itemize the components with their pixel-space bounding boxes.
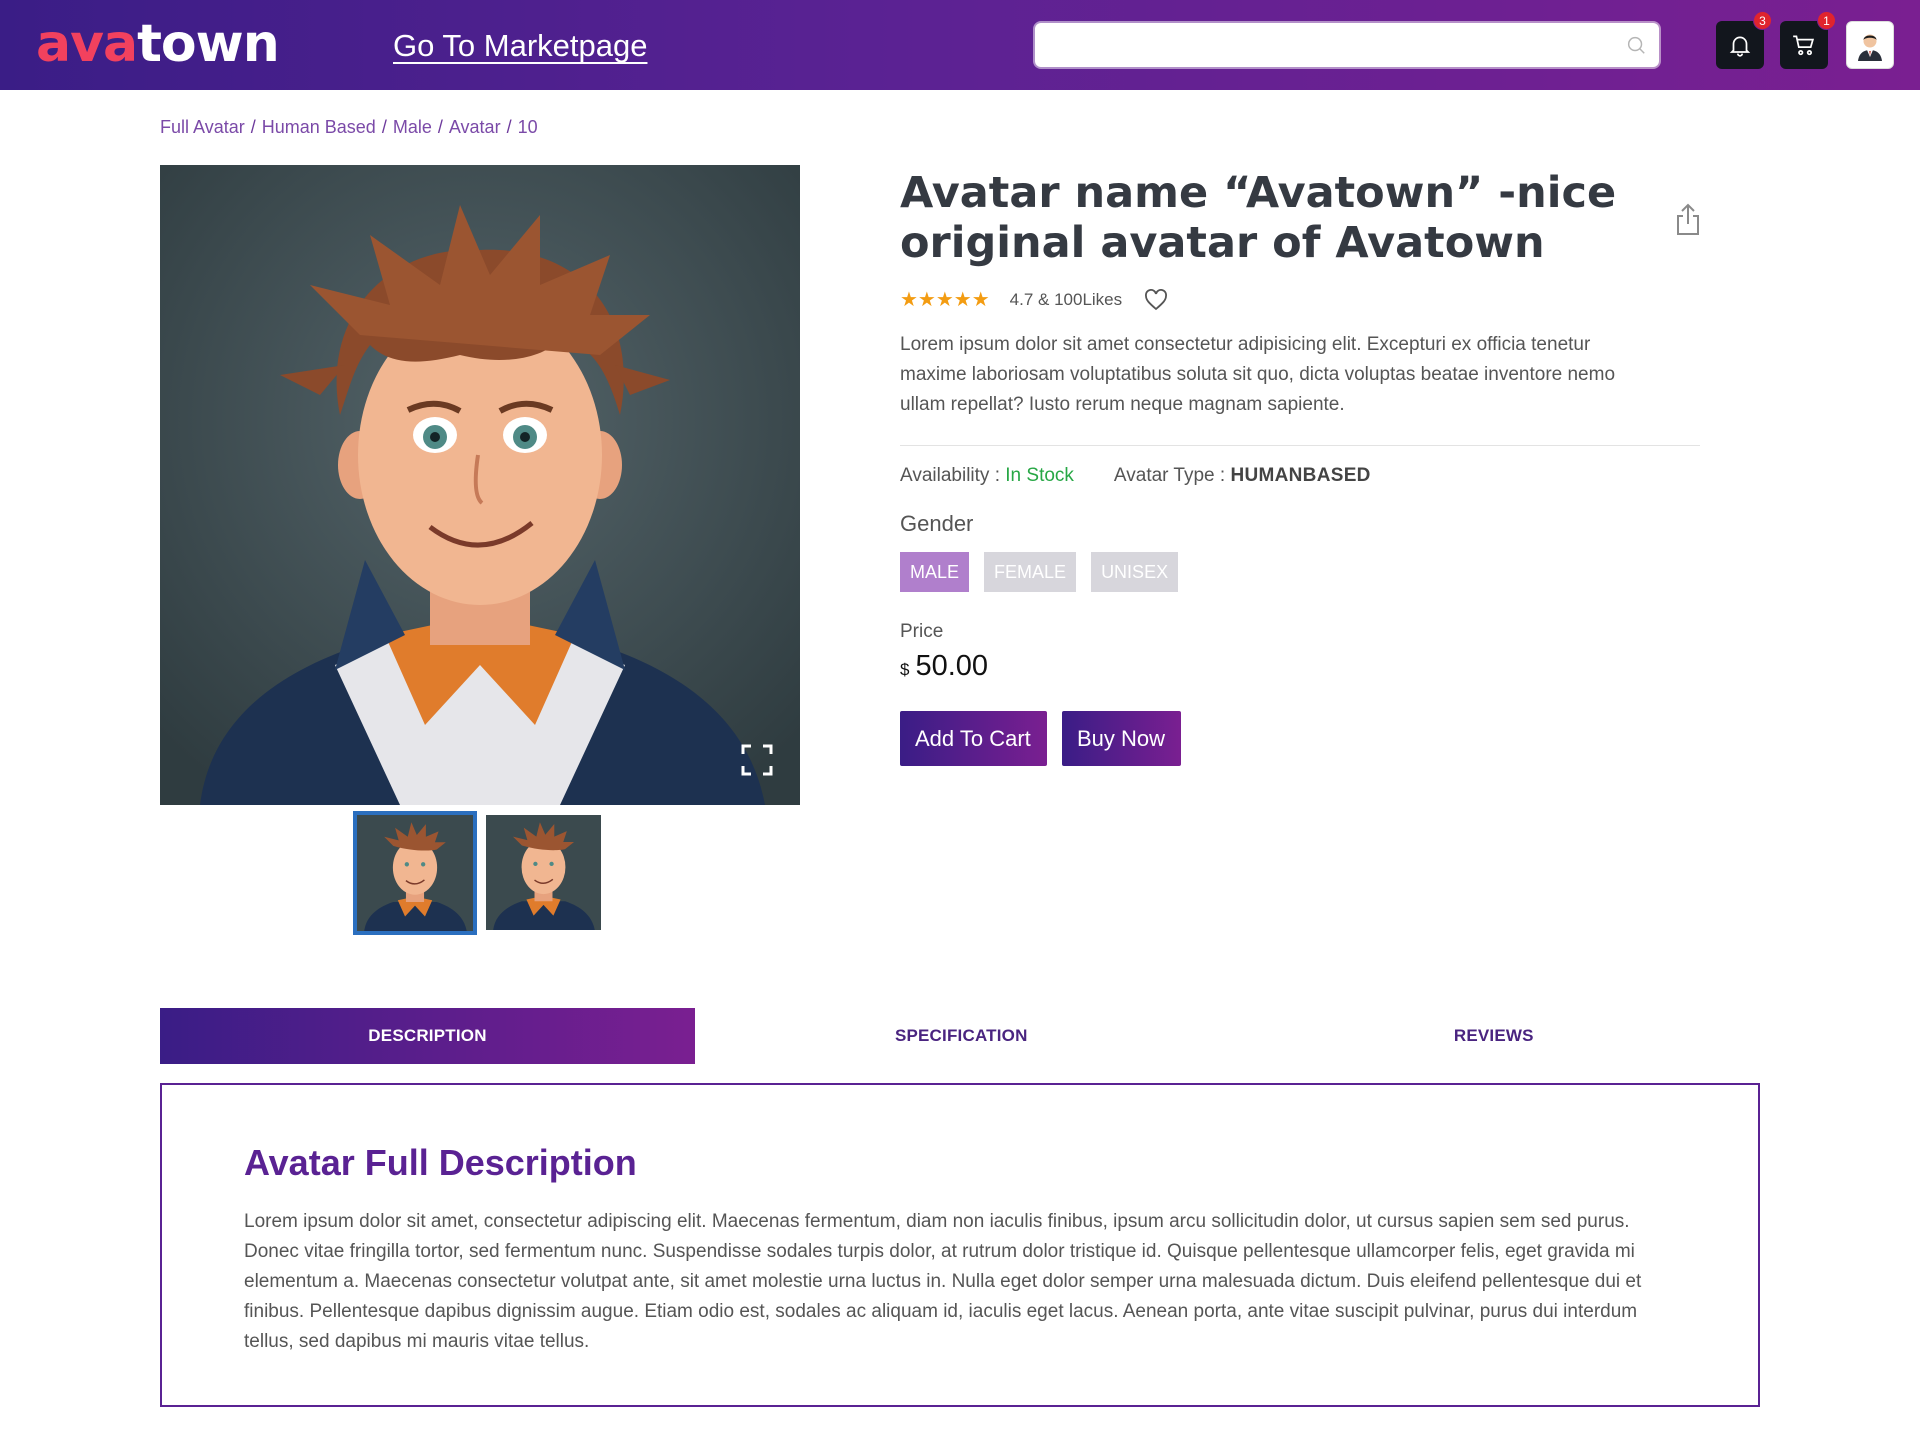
breadcrumb: Full Avatar / Human Based / Male / Avatar / …: [160, 117, 538, 138]
top-navbar: ava town Go To Marketpage 3 1: [0, 0, 1920, 90]
fullscreen-icon[interactable]: [740, 743, 774, 777]
avatar-illustration: [160, 165, 800, 805]
tab-reviews[interactable]: REVIEWS: [1228, 1008, 1761, 1064]
user-avatar: [1852, 27, 1888, 63]
cart-icon: [1793, 35, 1815, 56]
thumbnail-1-selected[interactable]: [353, 811, 477, 935]
product-main-image[interactable]: [160, 165, 800, 805]
gender-male-button[interactable]: MALE: [900, 552, 970, 592]
go-to-marketpage-link[interactable]: Go To Marketpage: [393, 28, 647, 64]
description-panel: Avatar Full Description Lorem ipsum dolo…: [160, 1083, 1760, 1407]
breadcrumb-item[interactable]: Human Based: [262, 117, 376, 138]
avatar-thumbnail: [357, 815, 473, 931]
bell-icon: [1729, 36, 1751, 57]
price-amount: 50.00: [915, 650, 989, 682]
breadcrumb-item-current: 10: [517, 117, 538, 137]
avatar-type-value: HUMANBASED: [1230, 465, 1371, 486]
heart-icon[interactable]: [1144, 288, 1168, 311]
avatar-type: Avatar Type : HUMANBASED: [1114, 465, 1371, 487]
product-meta: Availability : In Stock Avatar Type : HU…: [900, 465, 1371, 487]
rating-stars: ★★★★★: [900, 289, 990, 311]
search-bar: [1035, 23, 1659, 67]
gender-unisex-button[interactable]: UNISEX: [1091, 552, 1179, 592]
search-icon[interactable]: [1625, 34, 1647, 56]
rating-row: ★★★★★ 4.7 & 100Likes: [900, 287, 1168, 312]
divider: [900, 445, 1700, 446]
tab-specification[interactable]: SPECIFICATION: [695, 1008, 1228, 1064]
buy-now-button[interactable]: Buy Now: [1062, 711, 1181, 766]
gender-label: Gender: [900, 511, 974, 536]
avatar-type-label: Avatar Type :: [1113, 465, 1231, 486]
breadcrumb-item[interactable]: Male: [393, 117, 432, 138]
avatar-thumbnail: [486, 815, 601, 930]
description-text: Lorem ipsum dolor sit amet, consectetur …: [244, 1211, 1642, 1352]
logo-town-text: town: [137, 14, 280, 74]
breadcrumb-item[interactable]: Full Avatar: [160, 117, 245, 138]
tab-description[interactable]: DESCRIPTION: [160, 1008, 695, 1064]
price: $ 50.00: [900, 650, 988, 683]
add-to-cart-button[interactable]: Add To Cart: [900, 711, 1047, 766]
breadcrumb-item[interactable]: Avatar: [449, 117, 501, 138]
availability-value: In Stock: [1005, 465, 1074, 486]
gender-female-button[interactable]: FEMALE: [984, 552, 1077, 592]
rating-likes-text: 4.7 & 100Likes: [1009, 289, 1123, 309]
product-title: Avatar name “Avatown” -nice original ava…: [900, 168, 1617, 268]
price-label: Price: [900, 621, 944, 642]
cart-count-badge: 1: [1817, 11, 1836, 30]
cart-button[interactable]: 1: [1780, 11, 1836, 69]
availability-label: Availability :: [900, 465, 1006, 486]
gender-selector: MALE FEMALE UNISEX: [900, 552, 1179, 592]
price-currency: $: [900, 660, 910, 679]
thumbnail-2[interactable]: [486, 815, 601, 930]
search-input[interactable]: [1035, 23, 1659, 67]
notifications-button[interactable]: 3: [1716, 11, 1772, 69]
share-icon[interactable]: [1674, 202, 1702, 236]
logo-ava-text: ava: [36, 14, 138, 74]
notifications-count-badge: 3: [1753, 11, 1772, 30]
description-title: Avatar Full Description: [244, 1142, 637, 1183]
avatown-logo[interactable]: ava town: [36, 14, 280, 74]
availability: Availability : In Stock: [900, 465, 1074, 487]
product-tabs: DESCRIPTION SPECIFICATION REVIEWS: [160, 1008, 1760, 1064]
short-description: Lorem ipsum dolor sit amet consectetur a…: [900, 334, 1616, 415]
profile-avatar-button[interactable]: [1846, 21, 1894, 69]
